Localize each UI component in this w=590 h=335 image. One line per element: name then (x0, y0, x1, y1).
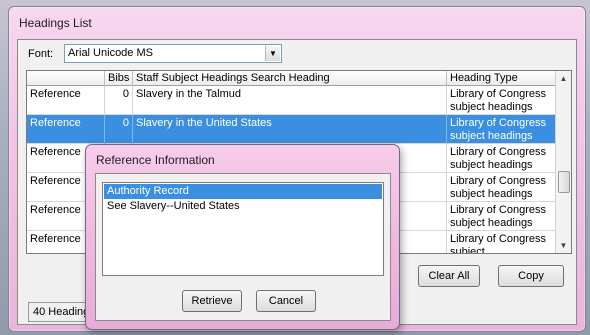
cell-type: Library of Congress subject (447, 231, 557, 253)
col-header-type[interactable]: Heading Type (447, 71, 557, 86)
chevron-down-icon[interactable]: ▼ (265, 46, 280, 61)
font-label: Font: (28, 48, 54, 60)
window-title: Headings List (19, 16, 92, 30)
scroll-down-icon[interactable]: ▼ (556, 238, 571, 253)
copy-button[interactable]: Copy (498, 265, 564, 287)
cell-type: Library of Congress subject headings (447, 202, 557, 231)
scroll-thumb[interactable] (558, 171, 570, 193)
cell-type: Library of Congress subject headings (447, 86, 557, 115)
list-item[interactable]: See Slavery--United States (104, 199, 382, 214)
font-select[interactable]: Arial Unicode MS ▼ (64, 44, 282, 63)
table-row[interactable]: Reference 0 Slavery in the Talmud Librar… (27, 86, 557, 115)
cell-heading: Slavery in the United States (133, 115, 447, 144)
reference-information-dialog: Reference Information Authority Record S… (85, 144, 400, 330)
dialog-title: Reference Information (96, 153, 215, 167)
cell-bibs: 0 (105, 115, 133, 144)
table-row-selected[interactable]: Reference 0 Slavery in the United States… (27, 115, 557, 144)
col-header-heading[interactable]: Staff Subject Headings Search Heading (133, 71, 447, 86)
cell-type: Library of Congress subject headings (447, 144, 557, 173)
cell-type: Library of Congress subject headings (447, 173, 557, 202)
cancel-button[interactable]: Cancel (256, 290, 316, 312)
reference-list[interactable]: Authority Record See Slavery--United Sta… (102, 182, 384, 276)
col-header-ref[interactable] (27, 71, 105, 86)
cell-ref: Reference (27, 86, 105, 115)
list-item-selected[interactable]: Authority Record (104, 184, 382, 199)
col-header-bibs[interactable]: Bibs (105, 71, 133, 86)
cell-heading: Slavery in the Talmud (133, 86, 447, 115)
cell-bibs: 0 (105, 86, 133, 115)
cell-ref: Reference (27, 115, 105, 144)
retrieve-button[interactable]: Retrieve (182, 290, 242, 312)
font-select-value: Arial Unicode MS (68, 47, 153, 59)
scroll-up-icon[interactable]: ▲ (556, 71, 571, 86)
grid-scrollbar[interactable]: ▲ ▼ (555, 71, 571, 253)
clear-all-button[interactable]: Clear All (418, 265, 480, 287)
dialog-client: Authority Record See Slavery--United Sta… (95, 173, 391, 321)
grid-header: Bibs Staff Subject Headings Search Headi… (27, 71, 571, 86)
cell-type: Library of Congress subject headings (447, 115, 557, 144)
